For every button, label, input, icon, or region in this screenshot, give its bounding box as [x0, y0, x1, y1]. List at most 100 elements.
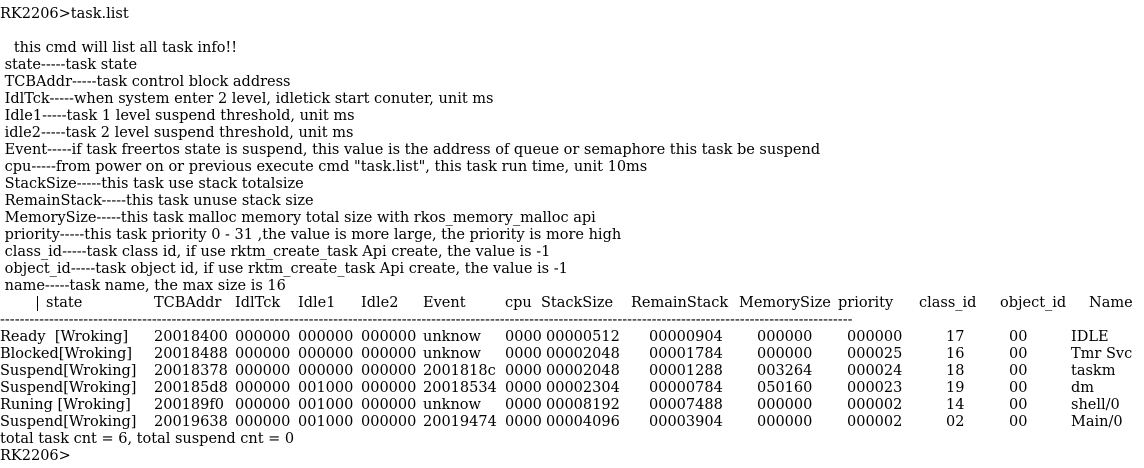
cell-tcbaddr: 20018488 [154, 346, 228, 362]
cell-event: unknow [423, 346, 481, 362]
cell-name: Main/0 [1071, 414, 1123, 430]
cell-idle1: 001000 [298, 414, 354, 430]
help-line: TCBAddr-----task control block address [0, 74, 291, 90]
cell-idle2: 000000 [361, 414, 417, 430]
help-line: object_id-----task object id, if use rkt… [0, 261, 568, 277]
header-name: Name [1089, 295, 1133, 311]
help-line: state-----task state [0, 57, 138, 73]
table-row[interactable]: Suspend[Wroking] 20019638 000000 001000 … [0, 414, 1144, 431]
cell-priority: 000002 [847, 414, 903, 430]
header-memorysize: MemorySize [739, 295, 831, 311]
cell-priority: 000000 [847, 329, 903, 345]
cell-priority: 000002 [847, 397, 903, 413]
cell-priority: 000025 [847, 346, 903, 362]
cell-idle2: 000000 [361, 329, 417, 345]
cell-class-id: 18 [946, 363, 965, 379]
cell-cpu: 0000 [505, 397, 542, 413]
cell-object-id: 00 [1009, 414, 1028, 430]
cell-idltck: 000000 [235, 397, 291, 413]
cell-idltck: 000000 [235, 414, 291, 430]
cell-idle1: 000000 [298, 346, 354, 362]
cell-state: Suspend[Wroking] [0, 414, 137, 430]
cell-idle2: 000000 [361, 346, 417, 362]
command-line: RK2206>task.list [0, 6, 129, 22]
help-line: priority-----this task priority 0 - 31 ,… [0, 227, 622, 243]
cell-state: Blocked[Wroking] [0, 346, 133, 362]
cell-class-id: 17 [946, 329, 965, 345]
cell-cpu: 0000 [505, 346, 542, 362]
cell-class-id: 02 [946, 414, 965, 430]
table-separator: ----------------------------------------… [0, 312, 853, 328]
cell-tcbaddr: 200185d8 [154, 380, 228, 396]
cell-memorysize: 000000 [757, 414, 813, 430]
cell-idle1: 001000 [298, 380, 354, 396]
cell-event: 2001818c [423, 363, 496, 379]
header-class-id: class_id [919, 295, 977, 311]
cell-event: unknow [423, 397, 481, 413]
cell-memorysize: 003264 [757, 363, 813, 379]
cell-idle2: 000000 [361, 363, 417, 379]
cell-idltck: 000000 [235, 329, 291, 345]
terminal-window[interactable]: RK2206>task.list this cmd will list all … [0, 0, 1144, 468]
cell-priority: 000024 [847, 363, 903, 379]
cell-tcbaddr: 200189f0 [154, 397, 224, 413]
cell-object-id: 00 [1009, 363, 1028, 379]
cell-state: Ready [Wroking] [0, 329, 129, 345]
cell-memorysize: 000000 [757, 397, 813, 413]
cell-name: shell/0 [1071, 397, 1120, 413]
help-line: RemainStack-----this task unuse stack si… [0, 193, 314, 209]
cell-class-id: 16 [946, 346, 965, 362]
cell-priority: 000023 [847, 380, 903, 396]
cell-stacksize: 00002304 [546, 380, 620, 396]
cell-cpu: 0000 [505, 414, 542, 430]
help-line: name-----task name, the max size is 16 [0, 278, 286, 294]
cell-tcbaddr: 20018400 [154, 329, 228, 345]
cell-idltck: 000000 [235, 380, 291, 396]
help-line: MemorySize-----this task malloc memory t… [0, 210, 596, 226]
cell-tcbaddr: 20019638 [154, 414, 228, 430]
help-line: idle2-----task 2 level suspend threshold… [0, 125, 354, 141]
help-line: StackSize-----this task use stack totals… [0, 176, 304, 192]
cell-state: Runing [Wroking] [0, 397, 131, 413]
cell-stacksize: 00008192 [546, 397, 620, 413]
header-stacksize: StackSize [541, 295, 614, 311]
cell-idle2: 000000 [361, 397, 417, 413]
header-remainstack: RemainStack [631, 295, 729, 311]
help-line: IdlTck-----when system enter 2 level, id… [0, 91, 494, 107]
header-priority: priority [838, 295, 894, 311]
cell-idle2: 000000 [361, 380, 417, 396]
cell-tcbaddr: 20018378 [154, 363, 228, 379]
header-cpu: cpu [505, 295, 532, 311]
cell-class-id: 14 [946, 397, 965, 413]
cell-idle1: 000000 [298, 363, 354, 379]
cell-remainstack: 00001288 [649, 363, 723, 379]
header-idle1: Idle1 [298, 295, 336, 311]
help-line: cpu-----from power on or previous execut… [0, 159, 648, 175]
help-line: class_id-----task class id, if use rktm_… [0, 244, 551, 260]
column-marker [37, 295, 38, 312]
cell-state: Suspend[Wroking] [0, 380, 137, 396]
cell-object-id: 00 [1009, 346, 1028, 362]
table-row[interactable]: Runing [Wroking] 200189f0 000000 001000 … [0, 397, 1144, 414]
cell-cpu: 0000 [505, 329, 542, 345]
help-line: Event-----if task freertos state is susp… [0, 142, 821, 158]
cell-object-id: 00 [1009, 397, 1028, 413]
table-row[interactable]: Suspend[Wroking] 20018378 000000 000000 … [0, 363, 1144, 380]
cell-object-id: 00 [1009, 380, 1028, 396]
cell-stacksize: 00002048 [546, 346, 620, 362]
prompt-line[interactable]: RK2206> [0, 448, 71, 465]
cell-cpu: 0000 [505, 380, 542, 396]
table-row[interactable]: Blocked[Wroking] 20018488 000000 000000 … [0, 346, 1144, 363]
table-row[interactable]: Suspend[Wroking] 200185d8 000000 001000 … [0, 380, 1144, 397]
cell-name: Tmr Svc [1071, 346, 1133, 362]
header-object-id: object_id [1000, 295, 1067, 311]
cell-remainstack: 00001784 [649, 346, 723, 362]
cell-event: 20018534 [423, 380, 497, 396]
cell-event: 20019474 [423, 414, 497, 430]
cell-stacksize: 00004096 [546, 414, 620, 430]
header-state: state [46, 295, 83, 311]
cell-stacksize: 00002048 [546, 363, 620, 379]
cell-name: taskm [1071, 363, 1116, 379]
header-idltck: IdlTck [235, 295, 281, 311]
table-row[interactable]: Ready [Wroking] 20018400 000000 000000 0… [0, 329, 1144, 346]
